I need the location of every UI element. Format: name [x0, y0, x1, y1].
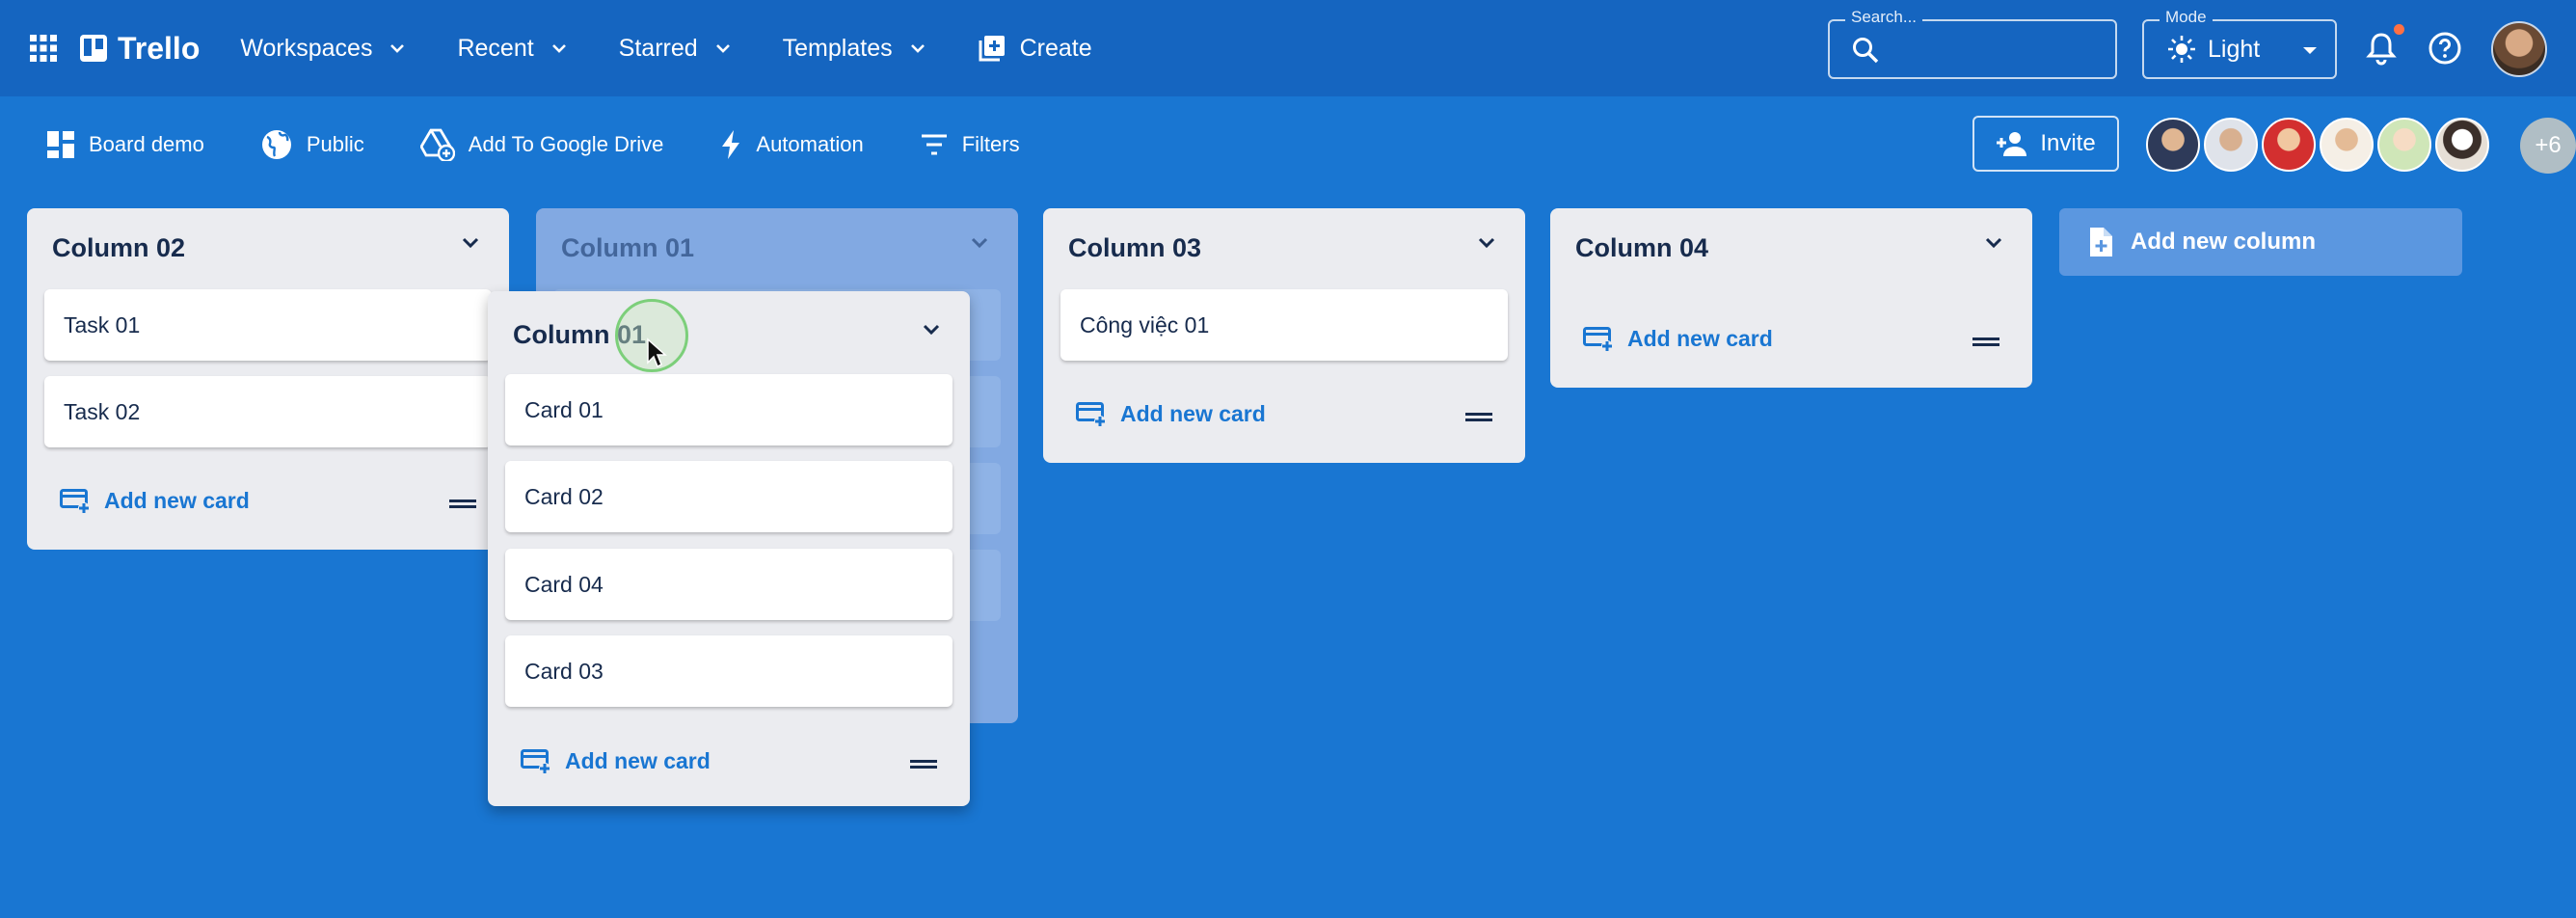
chevron-down-icon [910, 44, 925, 53]
invite-label: Invite [2040, 130, 2096, 156]
mode-select[interactable]: Mode Light [2142, 8, 2337, 79]
add-card-button[interactable]: Add new card [521, 748, 711, 774]
card[interactable]: Công việc 01 [1060, 289, 1508, 361]
workspaces-menu[interactable]: Workspaces [240, 35, 409, 63]
board-name-chip[interactable]: Board demo [46, 130, 204, 159]
dashboard-icon [47, 131, 74, 158]
templates-menu[interactable]: Templates [783, 35, 929, 63]
note-add-icon [2090, 228, 2112, 256]
filter-list-icon [921, 134, 947, 155]
starred-menu[interactable]: Starred [619, 35, 735, 63]
automation-chip[interactable]: Automation [719, 129, 864, 160]
column[interactable]: Column 03 Công việc 01 Add new card [1043, 208, 1525, 463]
add-to-drive-chip[interactable]: Add To Google Drive [419, 128, 664, 161]
drag-handle-icon[interactable] [910, 758, 937, 770]
apps-grid-icon[interactable] [29, 34, 58, 63]
card[interactable]: Card 02 [505, 461, 953, 532]
member-avatar[interactable] [2435, 118, 2489, 172]
workspaces-label: Workspaces [240, 34, 373, 62]
notification-badge [2394, 24, 2404, 35]
trello-icon [80, 35, 107, 62]
card[interactable]: Card 01 [505, 374, 953, 446]
create-button[interactable]: Create [978, 34, 1092, 63]
drag-handle-icon[interactable] [449, 498, 476, 509]
add-card-button[interactable]: Add new card [1583, 326, 1773, 352]
chevron-down-icon[interactable] [457, 230, 484, 256]
member-avatar[interactable] [2377, 118, 2431, 172]
add-card-icon [60, 488, 90, 514]
mouse-pointer-icon [647, 338, 667, 368]
add-card-icon [1076, 401, 1106, 427]
column-title: Column 04 [1575, 233, 1709, 262]
chevron-down-icon [390, 44, 405, 53]
add-card-icon [521, 748, 550, 774]
invite-button[interactable]: Invite [1972, 116, 2119, 172]
add-card-label: Add new card [1627, 326, 1773, 351]
automation-label: Automation [756, 132, 864, 156]
search-icon [1853, 38, 1879, 64]
search-label: Search... [1845, 8, 1923, 27]
board-name: Board demo [89, 132, 204, 156]
chevron-down-icon[interactable] [1980, 230, 2007, 256]
card[interactable]: Card 04 [505, 549, 953, 620]
card[interactable]: Task 01 [44, 289, 492, 361]
create-label: Create [1019, 34, 1092, 62]
add-card-button[interactable]: Add new card [60, 488, 250, 514]
drag-handle-icon[interactable] [1465, 411, 1492, 422]
add-card-label: Add new card [1120, 401, 1266, 426]
add-card-icon [1583, 326, 1613, 352]
help-icon[interactable] [2428, 31, 2462, 66]
column[interactable]: Column 04 Add new card [1550, 208, 2032, 388]
add-column-label: Add new column [2131, 229, 2316, 255]
chevron-down-icon [715, 44, 730, 53]
filters-chip[interactable]: Filters [920, 132, 1020, 157]
more-members-badge[interactable]: +6 [2520, 118, 2576, 174]
person-add-icon [1997, 132, 2027, 156]
recent-menu[interactable]: Recent [457, 35, 570, 63]
starred-label: Starred [618, 34, 698, 62]
add-column-button[interactable]: Add new column [2059, 208, 2462, 276]
chevron-down-icon [551, 44, 566, 53]
member-avatar[interactable] [2146, 118, 2200, 172]
app-bar: Trello Workspaces Recent Starred Templat… [0, 0, 2576, 96]
light-mode-icon [2168, 36, 2195, 63]
dragging-column[interactable]: Column 01 Card 01 Card 02 Card 04 Card 0… [488, 291, 970, 806]
visibility-chip[interactable]: Public [260, 128, 364, 161]
recent-label: Recent [457, 34, 534, 62]
mode-value: Light [2208, 35, 2261, 63]
column-title: Column 02 [52, 233, 186, 262]
public-globe-icon [261, 130, 291, 159]
card[interactable]: Task 02 [44, 376, 492, 447]
add-card-label: Add new card [104, 488, 250, 513]
column-title: Column 01 [561, 233, 695, 262]
templates-label: Templates [782, 34, 893, 62]
user-avatar[interactable] [2491, 21, 2547, 77]
drive-label: Add To Google Drive [468, 132, 664, 156]
visibility-label: Public [306, 132, 364, 156]
chevron-down-icon[interactable] [1473, 230, 1500, 256]
app-name: Trello [118, 30, 201, 66]
column-title: Column 03 [1068, 233, 1202, 262]
search-field[interactable]: Search... [1828, 8, 2117, 79]
add-card-label: Add new card [565, 748, 711, 773]
mode-label: Mode [2160, 8, 2213, 27]
member-avatar[interactable] [2204, 118, 2258, 172]
bolt-icon [722, 130, 740, 159]
column[interactable]: Column 02 Task 01 Task 02 Add new card [27, 208, 509, 550]
card[interactable]: Card 03 [505, 635, 953, 707]
add-to-drive-icon [419, 128, 455, 161]
filters-label: Filters [961, 132, 1020, 156]
chevron-down-icon [971, 237, 988, 249]
member-avatar[interactable] [2262, 118, 2316, 172]
notifications-bell-icon[interactable] [2364, 31, 2399, 66]
drag-handle-icon[interactable] [1972, 336, 1999, 347]
trello-logo[interactable]: Trello [79, 31, 200, 67]
library-add-icon [979, 36, 1005, 62]
member-avatar[interactable] [2320, 118, 2374, 172]
chevron-down-icon[interactable] [918, 316, 945, 343]
dropdown-caret-icon [2303, 47, 2317, 54]
add-card-button[interactable]: Add new card [1076, 401, 1266, 427]
